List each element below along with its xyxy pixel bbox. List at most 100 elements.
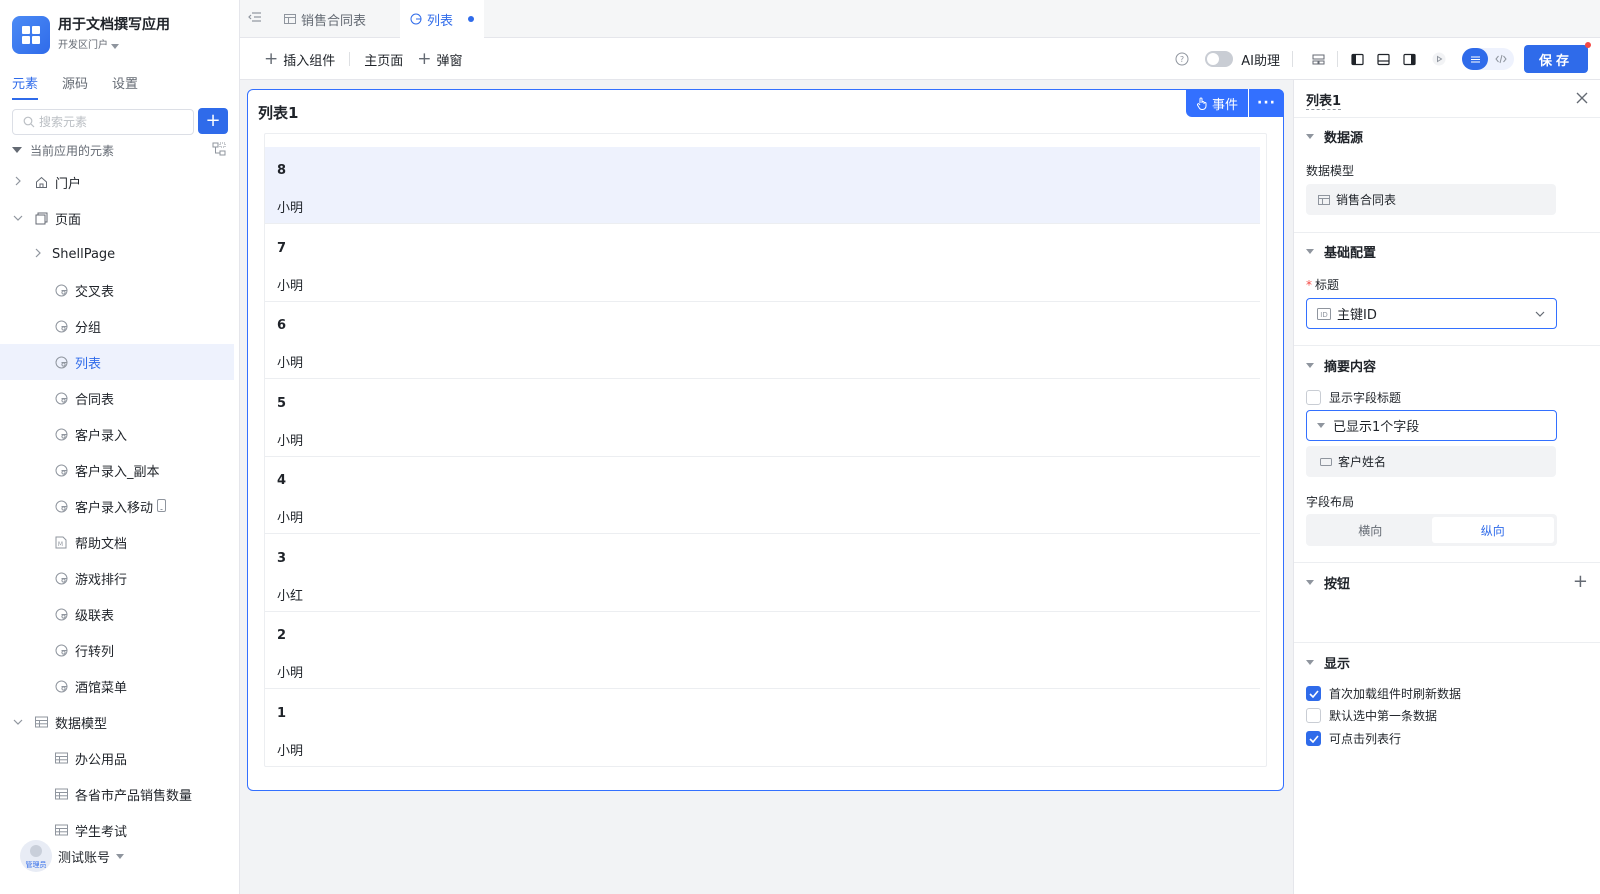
preview-button[interactable]	[1426, 47, 1452, 71]
layout-horizontal-option[interactable]: 横向	[1309, 517, 1432, 543]
tree-item[interactable]: 页面	[0, 200, 234, 236]
chevron-right-icon[interactable]	[12, 176, 24, 189]
account-menu[interactable]: 管理员 测试账号	[20, 840, 125, 872]
list-item[interactable]: 5 小明	[265, 380, 1260, 457]
add-button-icon[interactable]: +	[1573, 573, 1588, 591]
list-item[interactable]: 2 小明	[265, 612, 1260, 689]
tree-item[interactable]: ShellPage	[0, 236, 234, 272]
checkbox[interactable]	[1306, 390, 1321, 405]
check-icon	[1308, 689, 1319, 698]
play-icon	[1432, 52, 1446, 66]
tree-item[interactable]: 行转列	[0, 632, 234, 668]
help-icon[interactable]: ?	[1175, 52, 1189, 66]
list-item[interactable]: 1 小明	[265, 690, 1260, 767]
event-label: 事件	[1211, 97, 1238, 113]
title-field-select[interactable]: ID 主键ID	[1306, 298, 1557, 329]
layout-vertical-option[interactable]: 纵向	[1431, 517, 1554, 543]
tree-item[interactable]: 游戏排行	[0, 560, 234, 596]
component-name-field[interactable]: 列表1	[1306, 90, 1342, 110]
tree-item[interactable]: 客户录入	[0, 416, 234, 452]
list-item[interactable]: 4 小明	[265, 457, 1260, 534]
checkbox[interactable]	[1306, 708, 1321, 723]
search-input[interactable]	[39, 115, 179, 129]
field-item[interactable]: 客户姓名	[1306, 446, 1556, 477]
tree-item-label: ShellPage	[52, 246, 116, 262]
chevron-down-icon[interactable]	[12, 716, 24, 729]
tree-item[interactable]: 数据模型	[0, 704, 234, 740]
code-mode-button[interactable]	[1488, 48, 1514, 70]
chevron-down-icon[interactable]	[12, 212, 24, 225]
save-button[interactable]: 保存	[1524, 42, 1591, 73]
event-button[interactable]: 事件	[1185, 89, 1248, 117]
tree-item-label: 客户录入_副本	[75, 464, 160, 480]
tree-section-header[interactable]: 当前应用的元素	[12, 140, 230, 160]
tree-item[interactable]: 各省市产品销售数量	[0, 776, 234, 812]
shown-fields-dropdown[interactable]: 已显示1个字段	[1306, 410, 1557, 441]
page-icon	[54, 499, 68, 513]
list-item-id: 6	[277, 318, 287, 333]
tree-item-label: 分组	[75, 320, 102, 336]
tree-item[interactable]: 客户录入移动	[0, 488, 234, 524]
role-tag: 管理员	[25, 861, 47, 869]
checkbox-checked[interactable]	[1306, 686, 1321, 701]
tree-item[interactable]: M 帮助文档	[0, 524, 234, 560]
tab-elements[interactable]: 元素	[12, 76, 39, 100]
list-item[interactable]: 7 小明	[265, 225, 1260, 302]
chevron-right-icon[interactable]	[32, 248, 44, 261]
main-page-button[interactable]: 主页面	[364, 50, 403, 69]
datamodel-selector[interactable]: 销售合同表	[1306, 184, 1556, 215]
more-actions-button[interactable]: ···	[1248, 89, 1284, 117]
tree-item[interactable]: 列表	[0, 344, 234, 380]
tab-source[interactable]: 源码	[62, 76, 88, 100]
list-item[interactable]: 6 小明	[265, 302, 1260, 379]
section-datasource[interactable]: 数据源	[1306, 127, 1363, 146]
select-first-option[interactable]: 默认选中第一条数据	[1306, 707, 1437, 724]
tree-item[interactable]: 合同表	[0, 380, 234, 416]
env-label: 开发区门户	[58, 40, 108, 51]
caret-down-icon	[111, 43, 119, 49]
section-basic[interactable]: 基础配置	[1306, 242, 1376, 261]
checkbox-checked[interactable]	[1306, 731, 1321, 746]
section-title: 摘要内容	[1324, 360, 1377, 375]
env-selector[interactable]: 开发区门户	[58, 38, 170, 54]
design-mode-button[interactable]	[1462, 48, 1488, 70]
section-display[interactable]: 显示	[1306, 653, 1350, 672]
tree-item[interactable]: 交叉表	[0, 272, 234, 308]
list-item[interactable]: 3 小红	[265, 535, 1260, 612]
tree-item[interactable]: 门户	[0, 164, 234, 200]
layout-grid-button[interactable]	[1305, 47, 1331, 71]
tree-item[interactable]: 酒馆菜单	[0, 668, 234, 704]
tree-item[interactable]: 分组	[0, 308, 234, 344]
show-field-title-option[interactable]: 显示字段标题	[1306, 389, 1401, 406]
collapse-sidebar-icon[interactable]	[248, 10, 262, 24]
tree-item-label: 合同表	[75, 392, 115, 408]
refresh-on-load-option[interactable]: 首次加载组件时刷新数据	[1306, 685, 1461, 702]
section-buttons[interactable]: 按钮	[1306, 573, 1350, 592]
insert-component-button[interactable]: + 插入组件	[264, 49, 335, 69]
tab-list[interactable]: 列表	[400, 0, 485, 38]
ai-assistant-toggle[interactable]	[1205, 51, 1234, 67]
popup-button[interactable]: + 弹窗	[417, 49, 462, 69]
left-panel-button[interactable]	[1344, 47, 1370, 71]
tree-item[interactable]: 级联表	[0, 596, 234, 632]
section-summary[interactable]: 摘要内容	[1306, 356, 1376, 375]
tree-item[interactable]: 办公用品	[0, 740, 234, 776]
list-item-name: 小明	[277, 666, 304, 681]
section-title: 显示	[1324, 657, 1351, 672]
close-icon[interactable]	[1575, 91, 1589, 105]
tree-item[interactable]: 客户录入_副本	[0, 452, 234, 488]
mode-switch[interactable]	[1462, 48, 1514, 70]
structure-icon[interactable]	[212, 142, 226, 156]
editor-toolbar: + 插入组件 主页面 + 弹窗 ? AI助理 保存	[240, 38, 1600, 80]
clickable-row-option[interactable]: 可点击列表行	[1306, 730, 1401, 747]
right-panel-button[interactable]	[1396, 47, 1422, 71]
tree-item-label: 学生考试	[75, 824, 128, 840]
plus-icon: +	[417, 49, 432, 69]
add-element-button[interactable]: +	[198, 108, 228, 134]
tab-sales-contract[interactable]: 销售合同表	[274, 0, 376, 38]
tab-settings[interactable]: 设置	[112, 76, 138, 100]
list-component[interactable]: 列表1 事件 ··· 8 小明 7 小明 6 小明 5 小明 4 小明 3 小红 2 小明 1 小明	[247, 89, 1284, 791]
checkbox-label: 默认选中第一条数据	[1329, 709, 1438, 723]
list-item[interactable]: 8 小明	[265, 147, 1260, 224]
bottom-panel-button[interactable]	[1370, 47, 1396, 71]
